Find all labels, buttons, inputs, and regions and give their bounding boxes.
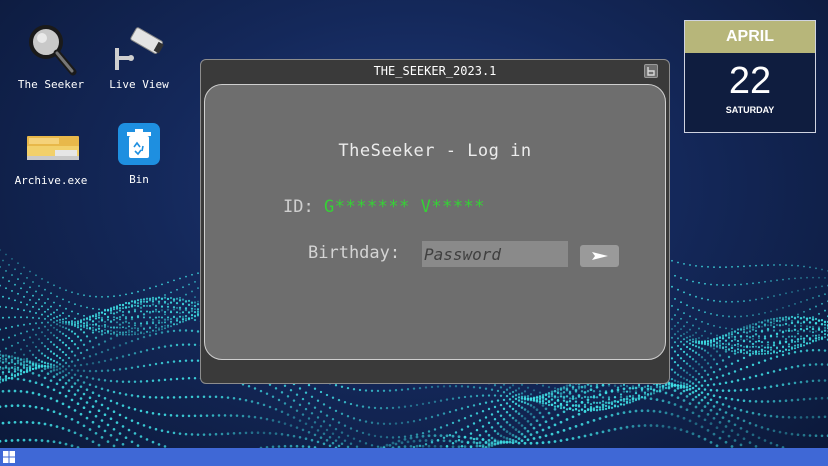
id-label: ID:: [283, 197, 314, 217]
desktop-icon-bin[interactable]: Bin: [99, 122, 179, 186]
recycle-bin-icon: [118, 123, 160, 165]
window-statusbar: [204, 362, 666, 380]
birthday-label: Birthday:: [308, 243, 401, 263]
folder-stack-icon: [27, 136, 79, 160]
windows-logo-icon[interactable]: [3, 451, 15, 463]
security-camera-icon: [115, 27, 164, 70]
password-input[interactable]: [422, 241, 568, 267]
desktop-icon-the-seeker[interactable]: The Seeker: [11, 20, 91, 91]
taskbar: [0, 448, 828, 466]
desktop-icon-label: Live View: [109, 78, 169, 91]
window-menu-icon: [647, 67, 655, 76]
magnifier-icon: [29, 25, 77, 76]
window-title: THE_SEEKER_2023.1: [373, 64, 497, 78]
calendar-widget: APRIL 22 SATURDAY: [684, 20, 816, 133]
window-menu-button[interactable]: [644, 64, 658, 78]
calendar-weekday: SATURDAY: [725, 105, 775, 115]
submit-button[interactable]: [580, 245, 619, 267]
desktop-icon-label: Archive.exe: [14, 174, 88, 187]
desktop-icon-label: The Seeker: [17, 78, 85, 91]
desktop-icon-live-view[interactable]: Live View: [99, 20, 179, 91]
desktop-icon-archive[interactable]: Archive.exe: [11, 116, 91, 187]
window-titlebar[interactable]: THE_SEEKER_2023.1: [201, 60, 669, 82]
login-heading: TheSeeker - Log in: [338, 141, 532, 161]
login-panel: TheSeeker - Log in ID: G******* V***** B…: [204, 84, 666, 360]
desktop-icon-label: Bin: [129, 173, 149, 186]
calendar-month: APRIL: [685, 21, 815, 53]
arrow-right-icon: [591, 252, 608, 260]
login-window: THE_SEEKER_2023.1 TheSeeker - Log in ID:…: [200, 59, 670, 384]
calendar-day: 22: [728, 60, 772, 102]
id-value: G******* V*****: [324, 197, 486, 217]
